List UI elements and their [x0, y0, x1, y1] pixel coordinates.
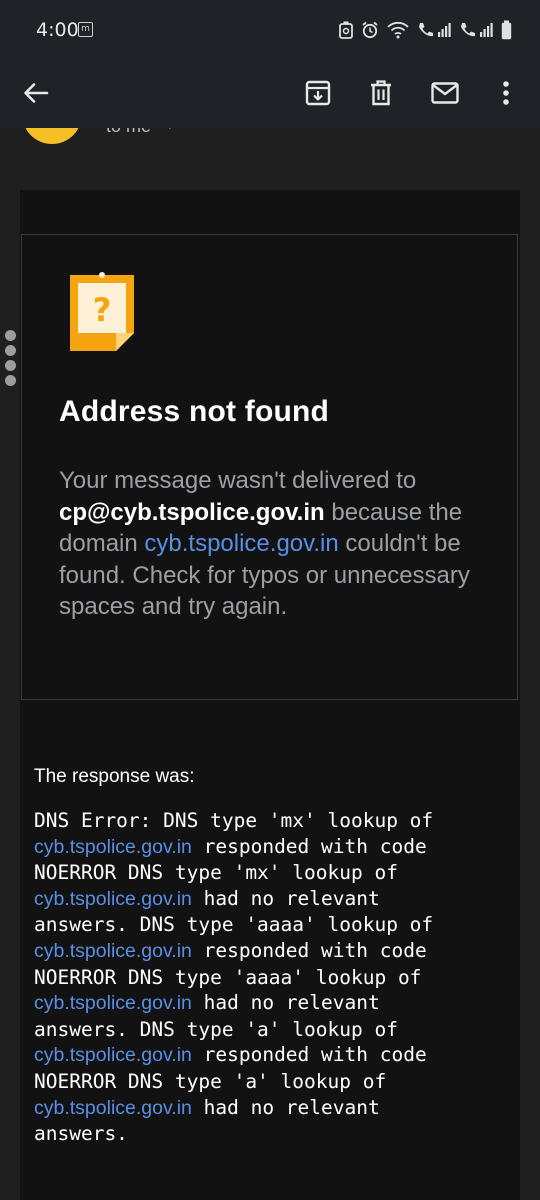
- question-document-icon: ?: [70, 272, 134, 351]
- response-line: NOERROR DNS type 'mx' lookup of: [34, 861, 398, 885]
- bounce-message: Your message wasn't delivered to cp@cyb.…: [59, 465, 489, 623]
- response-details: DNS Error: DNS type 'mx' lookup of cyb.t…: [34, 808, 514, 1147]
- more-options-button[interactable]: [482, 69, 530, 117]
- more-vert-icon: [503, 81, 509, 105]
- alarm-icon: [362, 21, 378, 39]
- mark-unread-button[interactable]: [421, 69, 469, 117]
- response-line: answers.: [34, 1122, 128, 1146]
- response-line: NOERROR DNS type 'aaaa' lookup of: [34, 965, 422, 989]
- recipient-address: cp@cyb.tspolice.gov.in: [59, 498, 325, 526]
- m-icon: m: [78, 22, 93, 37]
- message-intro: Your message wasn't delivered to: [59, 467, 417, 494]
- response-line: had no relevant: [191, 1095, 380, 1119]
- response-line: had no relevant: [191, 991, 380, 1015]
- response-line: NOERROR DNS type 'a' lookup of: [34, 1069, 387, 1093]
- wifi-call-icon: [419, 23, 451, 37]
- response-line: DNS Error: DNS type 'mx' lookup of: [34, 809, 434, 832]
- response-line: responded with code: [191, 1043, 427, 1067]
- handle-dot: [5, 345, 16, 356]
- email-body: ? Address not found Your message wasn't …: [20, 190, 520, 1200]
- response-line: answers. DNS type 'aaaa' lookup of: [34, 913, 434, 937]
- response-label: The response was:: [34, 766, 195, 787]
- domain-link[interactable]: cyb.tspolice.gov.in: [34, 836, 192, 858]
- handle-dot: [5, 375, 16, 386]
- domain-link[interactable]: cyb.tspolice.gov.in: [34, 1044, 192, 1066]
- archive-icon: [305, 80, 331, 106]
- domain-link[interactable]: cyb.tspolice.gov.in: [144, 530, 338, 557]
- mark-unread-icon: [431, 82, 459, 104]
- delete-button[interactable]: [357, 69, 405, 117]
- wifi-icon: [387, 21, 409, 39]
- response-line: answers. DNS type 'a' lookup of: [34, 1017, 398, 1041]
- status-bar: 4:00 m: [0, 0, 540, 58]
- domain-link[interactable]: cyb.tspolice.gov.in: [34, 992, 192, 1014]
- chevron-down-icon[interactable]: ˅: [166, 128, 174, 133]
- back-button[interactable]: [12, 69, 60, 117]
- response-line: responded with code: [191, 834, 427, 858]
- card-title: Address not found: [59, 395, 330, 428]
- battery-saver-icon: [339, 21, 353, 39]
- sender-row: to me ˅: [0, 128, 540, 158]
- edge-panel-handle[interactable]: [5, 330, 17, 386]
- avatar[interactable]: [22, 128, 82, 144]
- signal-sim2-icon: [461, 23, 493, 37]
- delete-icon: [371, 80, 391, 106]
- back-arrow-icon: [24, 83, 49, 103]
- domain-link[interactable]: cyb.tspolice.gov.in: [34, 888, 192, 910]
- app-bar: [0, 58, 540, 128]
- archive-button[interactable]: [294, 69, 342, 117]
- response-line: had no relevant: [191, 886, 380, 910]
- bounce-card: ? Address not found Your message wasn't …: [21, 234, 518, 700]
- domain-link[interactable]: cyb.tspolice.gov.in: [34, 940, 192, 962]
- handle-dot: [5, 330, 16, 341]
- battery-icon: [501, 20, 512, 40]
- recipient-summary[interactable]: to me: [106, 128, 151, 137]
- domain-link[interactable]: cyb.tspolice.gov.in: [34, 1097, 192, 1119]
- svg-text:?: ?: [93, 291, 112, 329]
- status-icons: [339, 16, 512, 44]
- handle-dot: [5, 360, 16, 371]
- response-line: responded with code: [191, 938, 427, 962]
- status-time: 4:00: [36, 19, 79, 41]
